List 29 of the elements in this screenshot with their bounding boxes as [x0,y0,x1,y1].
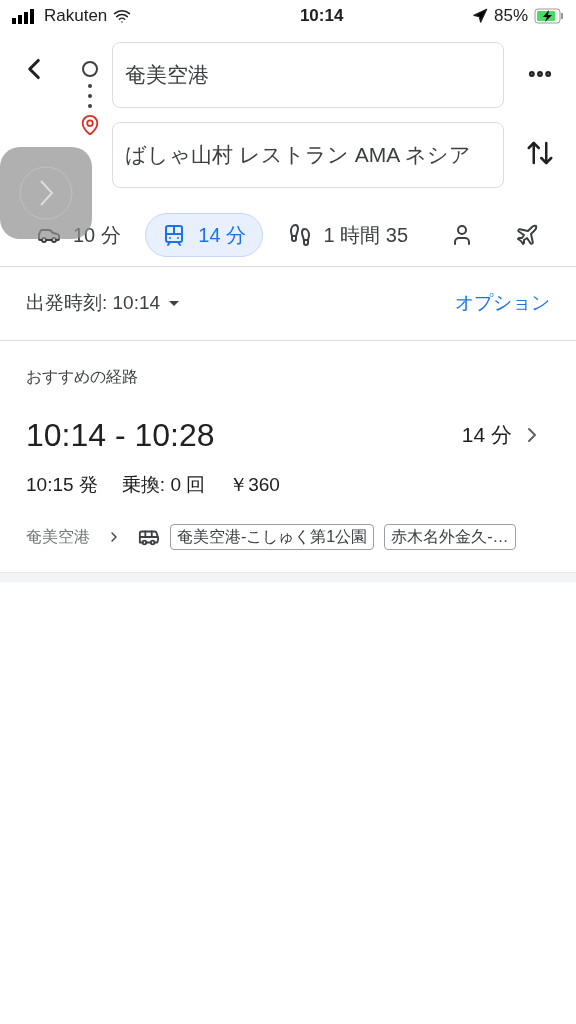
fare: ￥360 [229,473,280,497]
chevron-circle-icon [18,165,74,221]
trip-duration: 14 分 [461,422,512,449]
options-link[interactable]: オプション [455,289,550,318]
bus-line-tag: 奄美空港-こしゅく第1公園 [170,523,375,550]
carrier-name: Rakuten [44,5,108,28]
battery-percent: 85% [493,5,528,28]
trip-times: 10:14 - 10:28 [26,416,215,455]
route-card[interactable]: おすすめの経路 10:14 - 10:28 14 分 10:15 発 乗換: 0 回 ￥360 奄美空港 奄美空港-こしゅく第1公園 赤木名外金久-… [0,340,576,572]
departure-time-dropdown[interactable]: 出発時刻: 10:14 [26,289,181,318]
travel-mode-tab[interactable]: 14 分 [145,213,264,257]
origin-field[interactable]: 奄美空港 [112,42,504,108]
battery-charging-icon [534,8,564,24]
destination-pin-icon [79,114,101,136]
location-arrow-icon [471,8,488,24]
departure-info: 10:15 発 [26,473,98,497]
walking-icon [287,223,312,247]
bus-line-tag: 赤木名外金久-… [384,523,516,550]
dots-icon [88,84,92,108]
airplane-icon [515,223,539,247]
wifi-icon [113,7,132,25]
origin-circle-icon [81,60,99,78]
clock: 10:14 [299,5,344,28]
start-stop: 奄美空港 [26,526,90,547]
destination-field[interactable]: ばしゃ山村 レストラン AMA ネシア [112,122,504,188]
travel-mode-tab[interactable]: 1 時間 35 [270,213,426,257]
section-heading: おすすめの経路 [26,367,139,387]
caret-icon [168,299,181,308]
transfers-info: 乗換: 0 回 [121,473,206,497]
